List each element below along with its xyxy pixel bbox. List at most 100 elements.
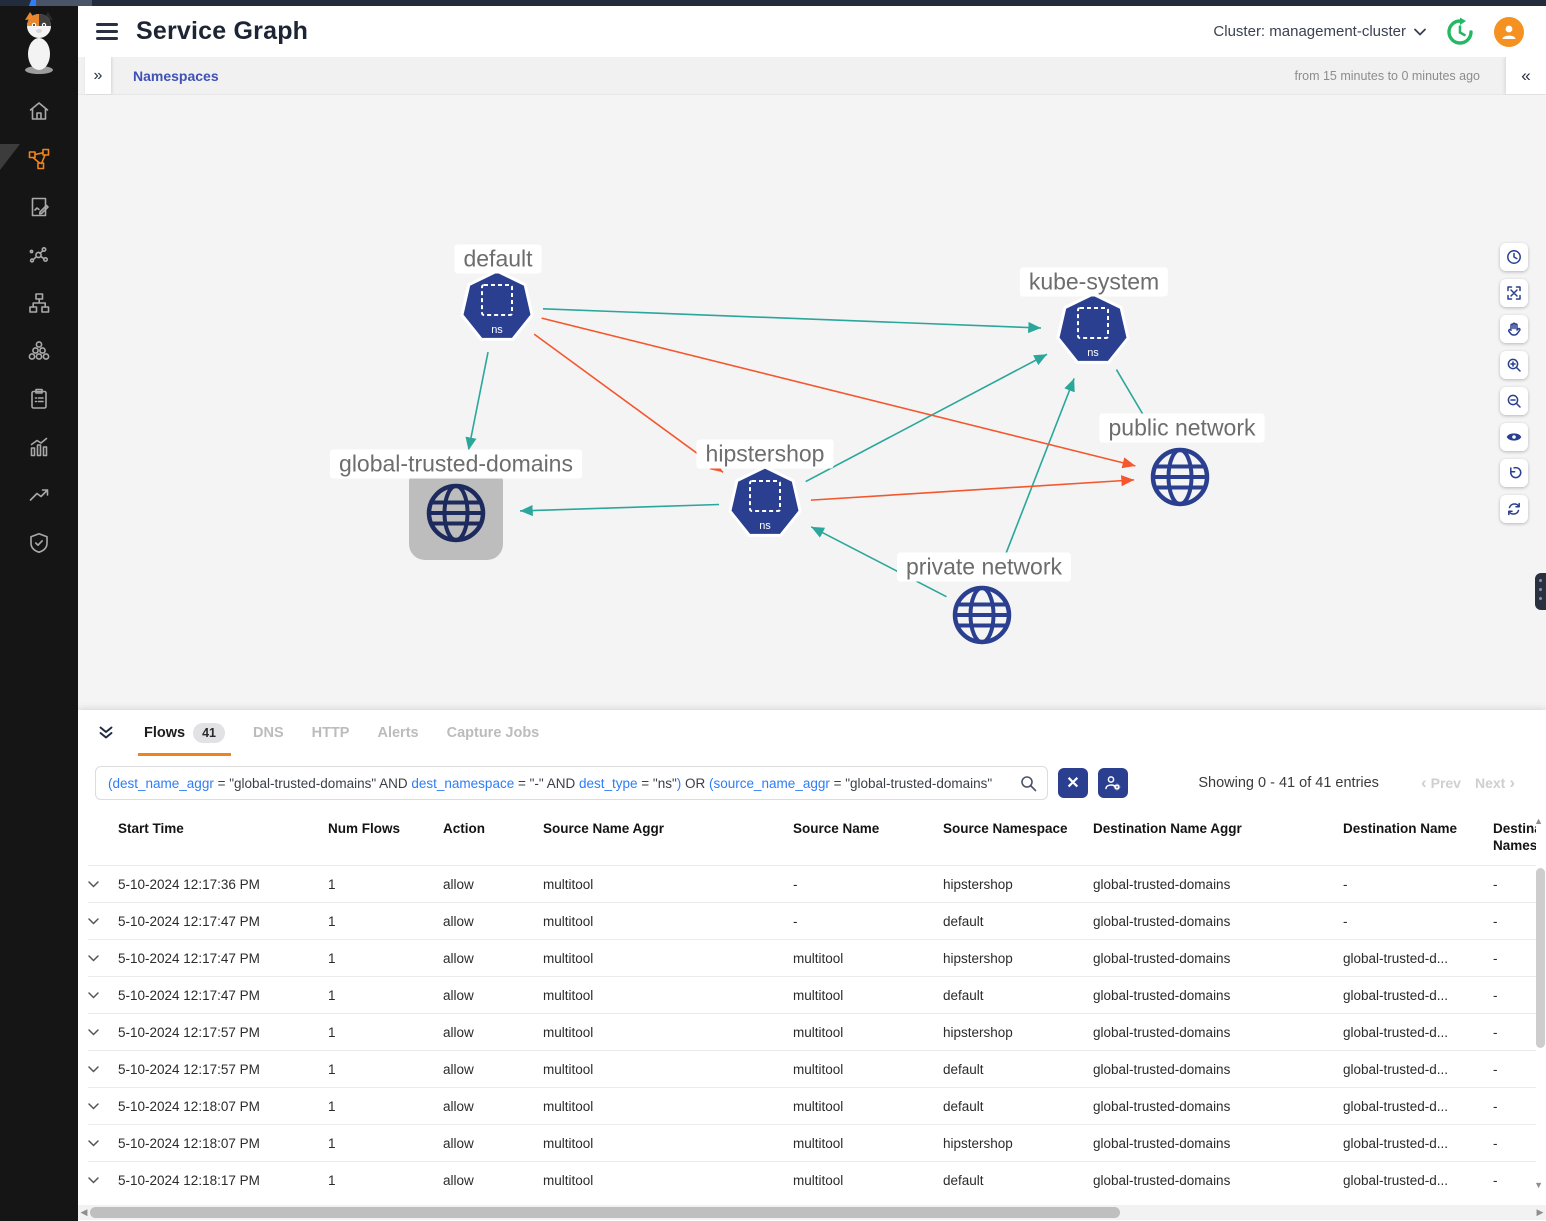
table-cell: multitool xyxy=(543,877,793,892)
breadcrumb[interactable]: Namespaces xyxy=(133,68,219,84)
graph-edge-hipstershop-to-public-network[interactable] xyxy=(811,480,1134,500)
graph-node-label-global-trusted-domains[interactable]: global-trusted-domains xyxy=(330,450,582,479)
filter-query-segment: dest_namespace xyxy=(411,776,514,791)
vertical-scrollbar[interactable] xyxy=(1536,868,1545,1048)
zoom-out-icon[interactable] xyxy=(1500,387,1528,415)
cluster-circles-icon xyxy=(27,339,51,363)
row-expander-chevron-icon[interactable] xyxy=(88,1029,118,1036)
sidebar-item-network-sets[interactable] xyxy=(0,290,78,316)
clock-icon[interactable] xyxy=(1500,243,1528,271)
graph-node-label-public-network[interactable]: public network xyxy=(1099,414,1264,443)
user-avatar-icon[interactable] xyxy=(1494,17,1524,47)
sidebar-item-threat-defense[interactable] xyxy=(0,530,78,556)
sidebar-item-compliance[interactable] xyxy=(0,386,78,412)
sidebar-item-logs[interactable] xyxy=(0,434,78,460)
trend-arrow-icon xyxy=(27,483,51,507)
visibility-icon[interactable] xyxy=(1500,423,1528,451)
graph-edge-hipstershop-to-global-trusted-domains[interactable] xyxy=(520,504,719,510)
hscroll-right-arrow[interactable]: ▶ xyxy=(1534,1207,1546,1218)
graph-node-global-trusted-domains[interactable] xyxy=(409,466,503,560)
graph-edge-default-to-public-network[interactable] xyxy=(542,318,1136,466)
table-cell: 1 xyxy=(328,877,443,892)
clear-filter-button[interactable]: ✕ xyxy=(1058,768,1088,798)
sidebar-item-trends[interactable] xyxy=(0,482,78,508)
prev-button[interactable]: ‹ Prev xyxy=(1421,773,1461,793)
graph-node-label-kube-system[interactable]: kube-system xyxy=(1020,268,1168,297)
vscroll-up-arrow[interactable]: ▲ xyxy=(1534,816,1543,826)
table-cell: - xyxy=(1493,1025,1536,1040)
graph-node-private-network[interactable] xyxy=(955,588,1009,642)
hscroll-left-arrow[interactable]: ◀ xyxy=(78,1207,90,1218)
tab-capture-jobs[interactable]: Capture Jobs xyxy=(433,710,554,756)
sidebar-item-policies[interactable] xyxy=(0,194,78,220)
refresh-icon[interactable] xyxy=(1500,495,1528,523)
pan-hand-icon[interactable] xyxy=(1500,315,1528,343)
filter-query-segment: "-" xyxy=(530,776,544,791)
row-expander-chevron-icon[interactable] xyxy=(88,1103,118,1110)
tab-dns[interactable]: DNS xyxy=(239,710,298,756)
graph-edge-hipstershop-to-kube-system[interactable] xyxy=(806,354,1047,481)
column-header-action[interactable]: Action xyxy=(443,810,543,854)
table-cell: 1 xyxy=(328,1173,443,1188)
undo-icon[interactable] xyxy=(1500,459,1528,487)
svg-text:ns: ns xyxy=(491,324,503,336)
sidebar-item-home[interactable] xyxy=(0,98,78,124)
time-machine-icon[interactable] xyxy=(1444,16,1476,48)
graph-node-kube-system[interactable]: ns xyxy=(1058,294,1128,362)
graph-node-label-default[interactable]: default xyxy=(454,245,541,274)
filter-query-segment: AND xyxy=(376,776,411,791)
column-header-source-namespace[interactable]: Source Namespace xyxy=(943,810,1093,854)
column-header-start-time[interactable]: Start Time xyxy=(118,810,328,854)
graph-node-public-network[interactable] xyxy=(1153,450,1207,504)
graph-edge-default-to-kube-system[interactable] xyxy=(543,309,1041,328)
tab-flows[interactable]: Flows41 xyxy=(130,710,239,756)
collapse-right-button[interactable]: « xyxy=(1505,57,1546,94)
vscroll-down-arrow[interactable]: ▼ xyxy=(1534,1180,1543,1190)
column-header-destination-name[interactable]: Destination Name xyxy=(1343,810,1493,854)
table-cell: hipstershop xyxy=(943,877,1093,892)
sidebar-item-nodes[interactable] xyxy=(0,242,78,268)
graph-node-hipstershop[interactable]: ns xyxy=(730,467,800,535)
column-settings-button[interactable] xyxy=(1098,768,1128,798)
column-header-destination-name-aggr[interactable]: Destination Name Aggr xyxy=(1093,810,1343,854)
table-row: 5-10-2024 12:17:47 PM1allowmultitool-def… xyxy=(88,902,1536,939)
next-button[interactable]: Next › xyxy=(1475,773,1515,793)
column-header-num-flows[interactable]: Num Flows xyxy=(328,810,443,854)
sidebar-item-workloads[interactable] xyxy=(0,338,78,364)
graph-edge-default-to-global-trusted-domains[interactable] xyxy=(468,352,488,450)
expand-panel-button[interactable]: » xyxy=(85,57,111,94)
column-header-source-name-aggr[interactable]: Source Name Aggr xyxy=(543,810,793,854)
table-cell: allow xyxy=(443,1025,543,1040)
fit-screen-icon[interactable] xyxy=(1500,279,1528,307)
row-expander-chevron-icon[interactable] xyxy=(88,955,118,962)
row-expander-chevron-icon[interactable] xyxy=(88,992,118,999)
filter-input[interactable]: (dest_name_aggr = "global-trusted-domain… xyxy=(95,766,1048,800)
filter-query-text: (dest_name_aggr = "global-trusted-domain… xyxy=(108,776,1020,791)
table-row: 5-10-2024 12:18:07 PM1allowmultitoolmult… xyxy=(88,1087,1536,1124)
service-graph-canvas[interactable]: ns ns ns default kube-system hipstershop glob… xyxy=(78,95,1546,710)
column-header-destination-namespace[interactable]: Destination Namespace xyxy=(1493,810,1536,854)
horizontal-scrollbar[interactable] xyxy=(90,1207,1120,1218)
tab-http[interactable]: HTTP xyxy=(298,710,364,756)
graph-node-label-private-network[interactable]: private network xyxy=(897,553,1071,582)
shield-check-icon xyxy=(27,531,51,555)
row-expander-chevron-icon[interactable] xyxy=(88,1177,118,1184)
filter-query-segment: dest_name_aggr xyxy=(113,776,214,791)
table-cell: global-trusted-d... xyxy=(1343,1062,1493,1077)
sidebar-item-service-graph[interactable] xyxy=(0,146,78,172)
row-expander-chevron-icon[interactable] xyxy=(88,1140,118,1147)
graph-toolbar xyxy=(1500,243,1528,523)
zoom-in-icon[interactable] xyxy=(1500,351,1528,379)
row-expander-chevron-icon[interactable] xyxy=(88,918,118,925)
row-expander-chevron-icon[interactable] xyxy=(88,1066,118,1073)
tab-alerts[interactable]: Alerts xyxy=(363,710,432,756)
graph-node-label-hipstershop[interactable]: hipstershop xyxy=(697,440,834,469)
cluster-selector[interactable]: Cluster: management-cluster xyxy=(1213,23,1426,40)
column-header-source-name[interactable]: Source Name xyxy=(793,810,943,854)
side-drawer-handle[interactable] xyxy=(1535,573,1546,610)
double-chevron-down-icon[interactable] xyxy=(98,726,114,740)
graph-node-default[interactable]: ns xyxy=(462,271,532,339)
menu-icon[interactable] xyxy=(96,23,118,40)
graph-edge-private-network-to-kube-system[interactable] xyxy=(997,378,1075,577)
row-expander-chevron-icon[interactable] xyxy=(88,881,118,888)
